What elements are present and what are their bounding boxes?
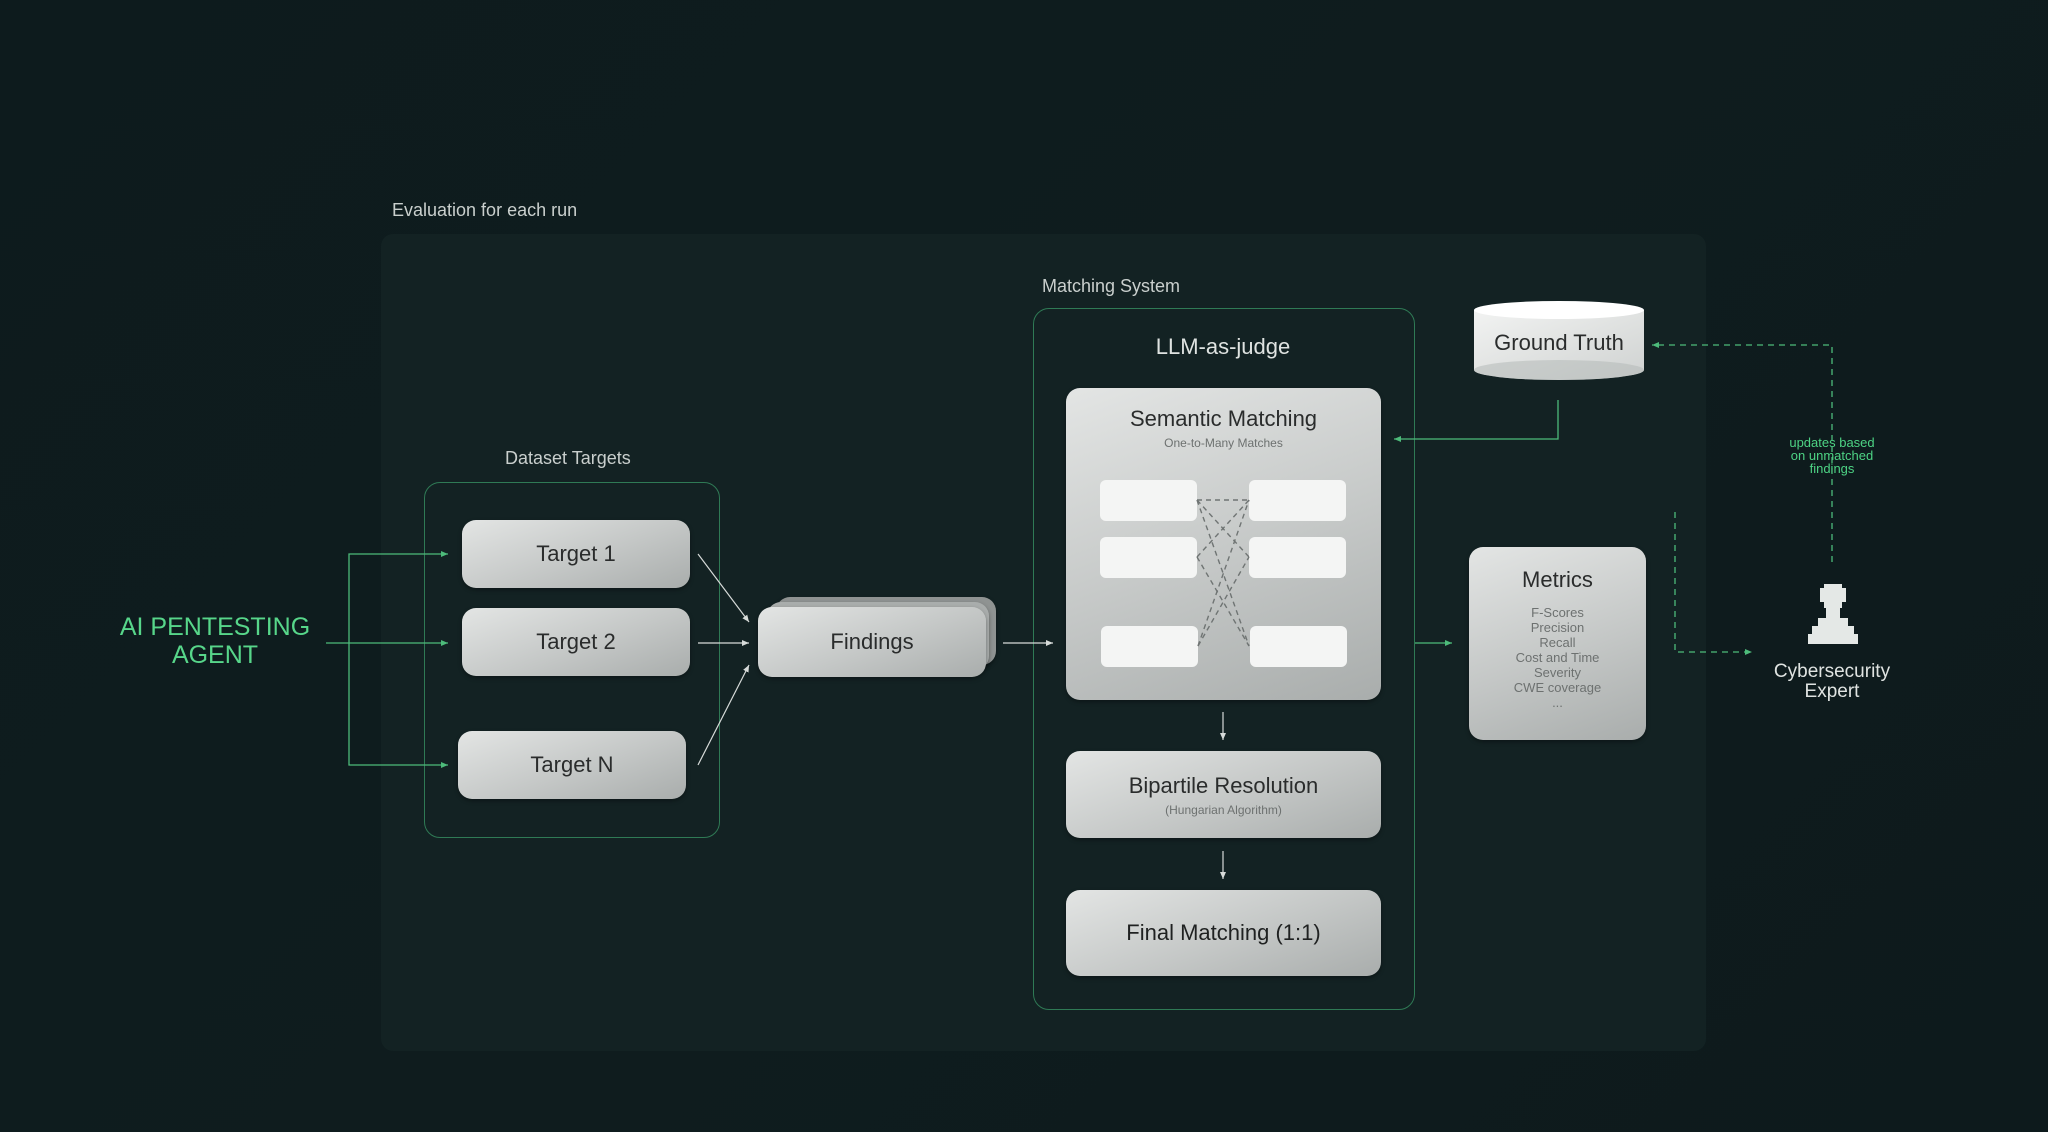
ground-truth-slot bbox=[1250, 626, 1347, 667]
metric-item: Precision bbox=[1530, 620, 1585, 635]
metric-item: CWE coverage bbox=[1513, 680, 1602, 695]
target-n: Target N bbox=[458, 731, 686, 799]
panel-title: Evaluation for each run bbox=[392, 200, 578, 220]
metric-item: F-Scores bbox=[1531, 605, 1584, 620]
person-icon bbox=[1808, 584, 1858, 644]
metric-item: ... bbox=[1552, 695, 1563, 710]
final-matching-title: Final Matching (1:1) bbox=[1126, 920, 1321, 945]
semantic-matching-subtitle: One-to-Many Matches bbox=[1164, 436, 1283, 450]
target-2: Target 2 bbox=[462, 608, 690, 676]
matching-system-title: Matching System bbox=[1042, 276, 1181, 296]
ground-truth-slot bbox=[1249, 537, 1346, 578]
feedback-line-3: findings bbox=[1809, 461, 1855, 476]
dataset-targets-title: Dataset Targets bbox=[505, 448, 631, 468]
bipartite-resolution-box: Bipartile Resolution (Hungarian Algorith… bbox=[1066, 751, 1381, 838]
metric-item: Severity bbox=[1534, 665, 1581, 680]
target-1: Target 1 bbox=[462, 520, 690, 588]
metric-item: Cost and Time bbox=[1515, 650, 1600, 665]
finding-slot bbox=[1100, 480, 1197, 521]
semantic-matching-title: Semantic Matching bbox=[1129, 406, 1318, 431]
expert-line-1: Cybersecurity bbox=[1773, 661, 1891, 682]
metric-item: Recall bbox=[1539, 635, 1576, 650]
finding-slot bbox=[1101, 626, 1198, 667]
metrics-title: Metrics bbox=[1522, 567, 1593, 592]
llm-as-judge-title: LLM-as-judge bbox=[1155, 334, 1291, 359]
target-2-label: Target 2 bbox=[536, 629, 616, 654]
target-n-label: Target N bbox=[530, 752, 614, 777]
ai-pentesting-agent: AI PENTESTING AGENT bbox=[105, 613, 325, 669]
finding-slot bbox=[1100, 537, 1197, 578]
ground-truth-label: Ground Truth bbox=[1494, 330, 1624, 355]
metrics-box: Metrics F-Scores Precision Recall Cost a… bbox=[1469, 547, 1646, 740]
final-matching-box: Final Matching (1:1) bbox=[1066, 890, 1381, 976]
bipartite-resolution-subtitle: (Hungarian Algorithm) bbox=[1165, 802, 1282, 817]
findings-label: Findings bbox=[830, 629, 914, 654]
agent-line-2: AGENT bbox=[171, 641, 259, 669]
cybersecurity-expert-label: Cybersecurity Expert bbox=[1752, 662, 1912, 702]
metrics-list: F-Scores Precision Recall Cost and Time … bbox=[1514, 605, 1601, 710]
ground-truth-slot bbox=[1249, 480, 1346, 521]
agent-line-1: AI PENTESTING bbox=[119, 613, 311, 641]
bipartite-resolution-title: Bipartile Resolution bbox=[1128, 772, 1319, 798]
expert-line-2: Expert bbox=[1804, 681, 1860, 702]
feedback-label: updates based on unmatched findings bbox=[1762, 436, 1902, 475]
target-1-label: Target 1 bbox=[536, 541, 616, 566]
findings-box: Findings bbox=[758, 607, 986, 677]
